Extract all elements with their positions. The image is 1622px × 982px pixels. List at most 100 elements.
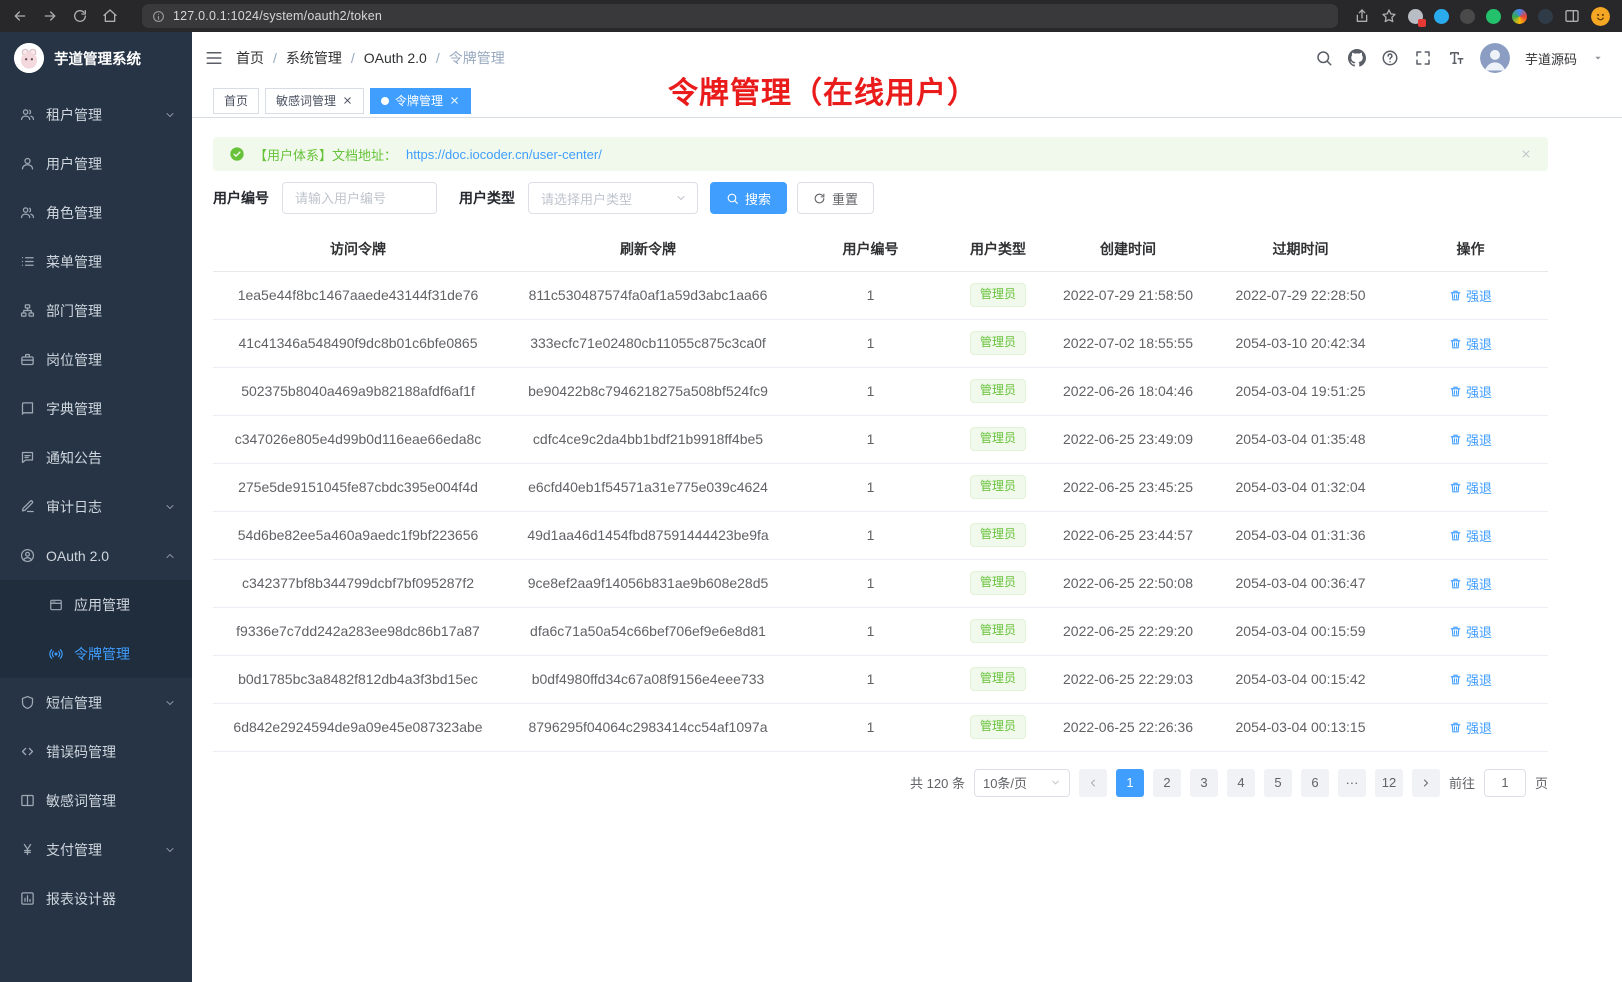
sidebar-item-dept[interactable]: 部门管理 <box>0 286 192 335</box>
sidebar-item-sensitive-word[interactable]: 敏感词管理 <box>0 776 192 825</box>
sidebar-item-report-designer[interactable]: 报表设计器 <box>0 874 192 923</box>
force-logout-button[interactable]: 强退 <box>1449 478 1492 497</box>
reset-button[interactable]: 重置 <box>797 182 874 214</box>
search-icon[interactable] <box>1315 49 1333 67</box>
breadcrumb-item[interactable]: 系统管理 <box>286 48 342 68</box>
tab-close-icon[interactable] <box>342 95 353 106</box>
sidebar-item-label: OAuth 2.0 <box>46 548 109 564</box>
user-menu-caret-icon[interactable] <box>1592 52 1604 64</box>
page-5-button[interactable]: 5 <box>1264 769 1292 797</box>
force-logout-button[interactable]: 强退 <box>1449 382 1492 401</box>
sidebar-item-user[interactable]: 用户管理 <box>0 139 192 188</box>
search-button[interactable]: 搜索 <box>710 182 787 214</box>
extension-paw-icon[interactable] <box>1538 9 1553 24</box>
sidebar-item-post[interactable]: 岗位管理 <box>0 335 192 384</box>
split-view-icon[interactable] <box>1564 8 1580 24</box>
extension-dark-icon[interactable] <box>1460 9 1475 24</box>
page-3-button[interactable]: 3 <box>1190 769 1218 797</box>
sidebar-item-label: 字典管理 <box>46 399 102 419</box>
sidebar-item-label: 岗位管理 <box>46 350 102 370</box>
sidebar-item-sms[interactable]: 短信管理 <box>0 678 192 727</box>
sidebar-item-notice[interactable]: 通知公告 <box>0 433 192 482</box>
question-icon[interactable] <box>1381 49 1399 67</box>
fullscreen-icon[interactable] <box>1414 49 1432 67</box>
sidebar-item-label: 报表设计器 <box>46 889 116 909</box>
force-logout-button[interactable]: 强退 <box>1449 430 1492 449</box>
page-1-button[interactable]: 1 <box>1116 769 1144 797</box>
site-info-icon[interactable] <box>152 10 165 23</box>
tab-token-manage[interactable]: 令牌管理 <box>370 88 471 114</box>
doc-link[interactable]: https://doc.iocoder.cn/user-center/ <box>406 147 602 162</box>
browser-refresh-button[interactable] <box>72 8 88 24</box>
collapse-sidebar-button[interactable] <box>192 32 236 84</box>
sidebar-item-app-manage[interactable]: 应用管理 <box>0 580 192 629</box>
extension-green-icon[interactable] <box>1486 9 1501 24</box>
page-size-select[interactable]: 10条/页 <box>974 769 1070 797</box>
page-4-button[interactable]: 4 <box>1227 769 1255 797</box>
force-logout-button[interactable]: 强退 <box>1449 286 1492 305</box>
extension-colorful-icon[interactable] <box>1512 9 1527 24</box>
app-manage-icon <box>49 598 63 612</box>
expire-time-cell: 2054-03-04 00:15:42 <box>1208 655 1393 703</box>
user-type-cell: 管理员 <box>948 655 1048 703</box>
sidebar-item-oauth2[interactable]: OAuth 2.0 <box>0 531 192 580</box>
page-12-button[interactable]: 12 <box>1375 769 1403 797</box>
extension-red-icon[interactable] <box>1408 9 1423 24</box>
table-row: c347026e805e4d99b0d116eae66eda8ccdfc4ce9… <box>213 415 1548 463</box>
user-type-tag: 管理员 <box>970 715 1026 739</box>
sidebar-item-error-code[interactable]: 错误码管理 <box>0 727 192 776</box>
page-6-button[interactable]: 6 <box>1301 769 1329 797</box>
create-time-cell: 2022-06-25 23:44:57 <box>1048 511 1208 559</box>
tab-sensitive-word[interactable]: 敏感词管理 <box>265 88 364 114</box>
goto-page-input[interactable] <box>1484 769 1526 797</box>
sidebar-item-token-manage[interactable]: 令牌管理 <box>0 629 192 678</box>
sidebar-item-dict[interactable]: 字典管理 <box>0 384 192 433</box>
menu-icon <box>20 254 35 269</box>
sidebar-item-tenant[interactable]: 租户管理 <box>0 90 192 139</box>
select-caret-icon <box>1050 777 1061 788</box>
user-avatar[interactable] <box>1480 43 1510 73</box>
user-type-select[interactable]: 请选择用户类型 <box>528 182 698 214</box>
font-size-icon[interactable] <box>1447 49 1465 67</box>
page-2-button[interactable]: 2 <box>1153 769 1181 797</box>
sidebar-item-menu[interactable]: 菜单管理 <box>0 237 192 286</box>
force-logout-button[interactable]: 强退 <box>1449 334 1492 353</box>
breadcrumb-item[interactable]: 首页 <box>236 48 264 68</box>
breadcrumb-item[interactable]: OAuth 2.0 <box>364 50 427 66</box>
tab-home[interactable]: 首页 <box>213 88 259 114</box>
tab-close-icon[interactable] <box>449 95 460 106</box>
browser-forward-button[interactable] <box>42 8 58 24</box>
extension-blue-icon[interactable] <box>1434 9 1449 24</box>
browser-back-button[interactable] <box>12 8 28 24</box>
force-logout-button[interactable]: 强退 <box>1449 670 1492 689</box>
bookmark-star-icon[interactable] <box>1381 8 1397 24</box>
goto-label: 前往 <box>1449 773 1475 792</box>
next-page-button[interactable] <box>1412 769 1440 797</box>
prev-page-button[interactable] <box>1079 769 1107 797</box>
collapse-sidebar-icon <box>205 49 223 67</box>
username[interactable]: 芋道源码 <box>1525 49 1577 68</box>
browser-home-button[interactable] <box>102 8 118 24</box>
alert-close-icon[interactable] <box>1520 148 1532 160</box>
force-logout-button[interactable]: 强退 <box>1449 718 1492 737</box>
browser-address-bar[interactable]: 127.0.0.1:1024/system/oauth2/token <box>142 4 1338 28</box>
create-time-cell: 2022-06-26 18:04:46 <box>1048 367 1208 415</box>
create-time-cell: 2022-06-25 22:29:20 <box>1048 607 1208 655</box>
github-icon[interactable] <box>1348 49 1366 67</box>
force-logout-button[interactable]: 强退 <box>1449 526 1492 545</box>
share-icon[interactable] <box>1354 8 1370 24</box>
force-logout-button[interactable]: 强退 <box>1449 622 1492 641</box>
sidebar-item-role[interactable]: 角色管理 <box>0 188 192 237</box>
pagination-ellipsis[interactable]: ··· <box>1338 769 1366 797</box>
delete-icon <box>1449 385 1462 398</box>
browser-profile-avatar[interactable] <box>1591 7 1610 26</box>
search-button-label: 搜索 <box>745 189 771 208</box>
sidebar-item-audit-log[interactable]: 审计日志 <box>0 482 192 531</box>
access-token-cell: 502375b8040a469a9b82188afdf6af1f <box>213 367 503 415</box>
app-logo[interactable]: 芋道管理系统 <box>0 32 192 84</box>
force-logout-button[interactable]: 强退 <box>1449 574 1492 593</box>
user-id-cell: 1 <box>793 511 948 559</box>
sidebar: 芋道管理系统 租户管理用户管理角色管理菜单管理部门管理岗位管理字典管理通知公告审… <box>0 32 192 982</box>
user-id-input[interactable] <box>282 182 437 214</box>
sidebar-item-pay[interactable]: 支付管理 <box>0 825 192 874</box>
